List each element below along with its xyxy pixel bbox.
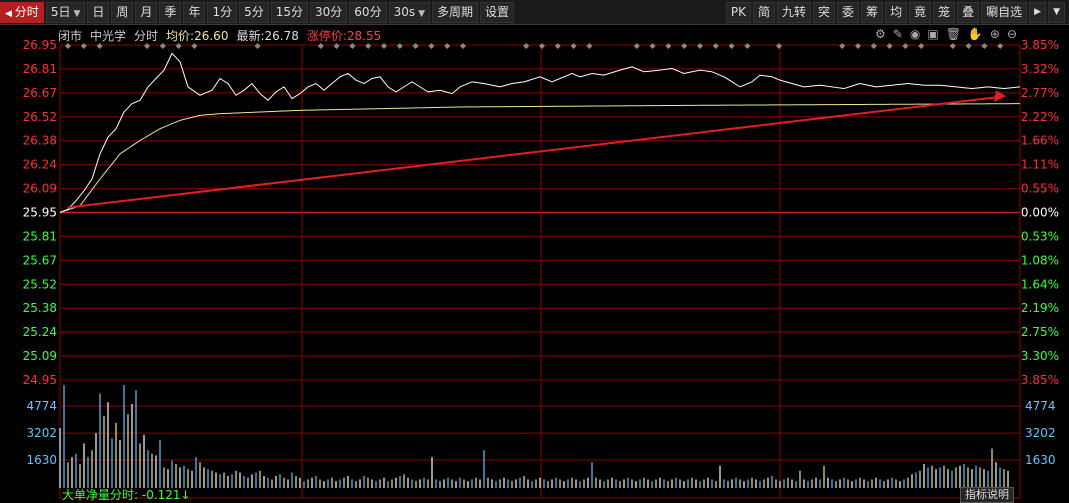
signal-diamond xyxy=(65,43,71,49)
signal-diamond xyxy=(776,43,782,49)
price-tick-label: 25.24 xyxy=(23,325,57,339)
signal-diamond xyxy=(144,43,150,49)
signal-diamond xyxy=(460,43,466,49)
pct-tick-label: 0.55% xyxy=(1021,182,1059,196)
volume-tick-label-right: 4774 xyxy=(1025,399,1056,413)
price-tick-label: 25.67 xyxy=(23,253,57,267)
indicator-help-button[interactable]: 指标说明 xyxy=(960,487,1014,503)
price-tick-label: 25.81 xyxy=(23,229,57,243)
price-tick-label: 26.38 xyxy=(23,134,57,148)
signal-diamond xyxy=(855,43,861,49)
signal-diamond xyxy=(949,43,956,49)
signal-diamond xyxy=(665,43,672,49)
signal-diamond xyxy=(333,43,340,49)
pct-tick-label: 1.66% xyxy=(1021,134,1059,148)
price-tick-label: 25.95 xyxy=(23,206,57,220)
signal-diamond xyxy=(633,43,640,49)
signal-diamond xyxy=(159,43,166,49)
price-tick-label: 25.09 xyxy=(23,349,57,363)
annotation-arrow-line xyxy=(67,95,1001,209)
signal-diamond xyxy=(523,43,530,49)
pct-tick-label: 1.64% xyxy=(1021,277,1059,291)
signal-diamond xyxy=(697,43,703,49)
pct-tick-label: 3.32% xyxy=(1021,62,1059,76)
signal-diamond xyxy=(744,43,751,49)
pct-tick-label: 2.77% xyxy=(1021,86,1059,100)
signal-diamond xyxy=(570,43,577,49)
signal-diamond xyxy=(191,43,198,49)
signal-diamond xyxy=(681,43,688,49)
price-tick-label: 25.38 xyxy=(23,301,57,315)
pct-tick-label: 2.22% xyxy=(1021,110,1059,124)
pct-tick-label: 2.19% xyxy=(1021,301,1059,315)
price-tick-label: 25.52 xyxy=(23,277,57,291)
price-tick-label: 26.24 xyxy=(23,158,57,172)
price-tick-label: 26.09 xyxy=(23,182,57,196)
pct-tick-label: 0.00% xyxy=(1021,206,1059,220)
signal-diamond xyxy=(175,43,182,49)
pct-tick-label: 2.75% xyxy=(1021,325,1059,339)
price-tick-label: 26.67 xyxy=(23,86,57,100)
signal-diamond xyxy=(586,43,593,49)
price-tick-label: 26.81 xyxy=(23,62,57,76)
signal-diamond xyxy=(728,43,735,49)
signal-diamond xyxy=(554,43,561,49)
pct-tick-label: 1.11% xyxy=(1021,158,1059,172)
signal-diamond xyxy=(254,43,261,49)
signal-diamond xyxy=(870,43,877,49)
signal-diamond xyxy=(997,43,1004,49)
signal-diamond xyxy=(649,43,656,49)
signal-diamond xyxy=(981,43,988,49)
signal-diamond xyxy=(965,43,972,49)
pct-tick-label: 3.30% xyxy=(1021,349,1059,363)
avg-price-line xyxy=(59,103,1021,213)
signal-diamond xyxy=(381,43,387,49)
signal-diamond xyxy=(902,43,909,49)
signal-diamond xyxy=(412,43,419,49)
volume-tick-label: 4774 xyxy=(26,399,57,413)
signal-diamond xyxy=(317,43,324,49)
signal-diamond xyxy=(80,43,87,49)
signal-diamond xyxy=(96,43,103,49)
chart-frame xyxy=(59,44,1021,499)
signal-diamond xyxy=(365,43,372,49)
indicator-label: 大单净量分时: -0.121↓ xyxy=(62,488,191,502)
signal-diamond xyxy=(839,43,846,49)
signal-diamond xyxy=(539,43,545,49)
signal-diamond xyxy=(428,43,435,49)
price-tick-label: 24.95 xyxy=(23,373,57,387)
volume-tick-label: 3202 xyxy=(26,426,57,440)
signal-diamond xyxy=(886,43,893,49)
pct-tick-label: 3.85% xyxy=(1021,373,1059,387)
signal-diamond xyxy=(444,43,451,49)
volume-tick-label-right: 1630 xyxy=(1025,453,1056,467)
intraday-chart: 26.95 3.85% 26.81 3.32% 26.67 2.77% 26.52 2.22%… xyxy=(23,38,1059,499)
signal-diamond xyxy=(396,43,403,49)
pct-tick-label: 3.85% xyxy=(1021,38,1059,52)
price-tick-label: 26.52 xyxy=(23,110,57,124)
price-tick-label: 26.95 xyxy=(23,38,57,52)
signal-diamond xyxy=(349,43,356,49)
signal-diamond xyxy=(712,43,719,49)
volume-tick-label: 1630 xyxy=(26,453,57,467)
volume-tick-label-right: 3202 xyxy=(1025,426,1056,440)
pct-tick-label: 1.08% xyxy=(1021,253,1059,267)
annotation-arrowhead xyxy=(994,90,1006,102)
pct-tick-label: 0.53% xyxy=(1021,229,1059,243)
signal-diamond xyxy=(918,43,925,49)
